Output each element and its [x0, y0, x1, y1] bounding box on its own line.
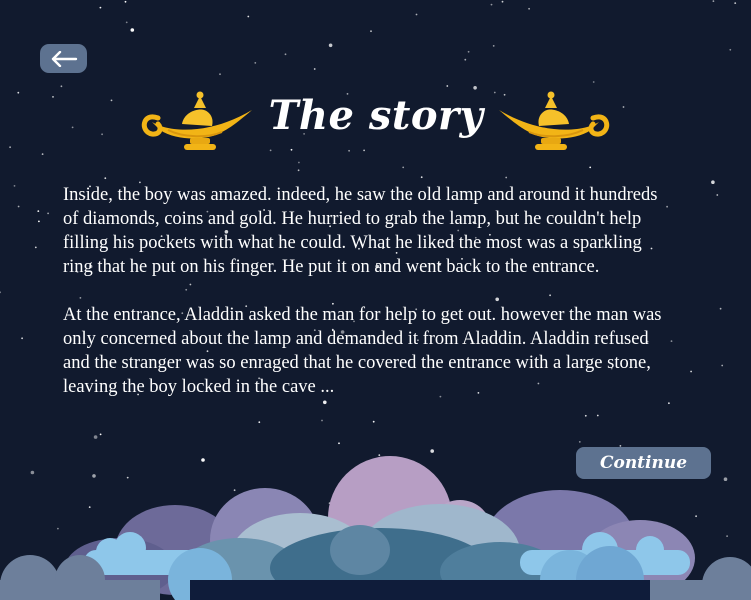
- back-button[interactable]: [40, 44, 87, 73]
- star: [402, 166, 405, 169]
- story-text: Inside, the boy was amazed. indeed, he s…: [63, 183, 675, 423]
- star: [99, 6, 102, 9]
- star: [370, 30, 372, 33]
- star: [501, 0, 504, 3]
- star: [690, 370, 692, 373]
- star: [729, 48, 732, 51]
- star: [592, 81, 595, 83]
- star: [34, 246, 37, 249]
- star: [298, 161, 300, 164]
- star: [589, 166, 592, 169]
- continue-button[interactable]: Continue: [576, 447, 711, 479]
- star: [13, 185, 16, 187]
- star: [490, 3, 493, 6]
- star: [17, 205, 20, 208]
- star: [284, 53, 287, 56]
- star: [721, 364, 724, 367]
- star: [505, 176, 508, 179]
- star: [492, 45, 495, 47]
- star: [125, 21, 128, 24]
- star: [464, 58, 467, 61]
- star: [104, 177, 107, 180]
- star: [528, 7, 530, 10]
- star: [247, 15, 250, 18]
- star: [38, 220, 40, 223]
- star: [328, 43, 333, 48]
- story-paragraph: Inside, the boy was amazed. indeed, he s…: [63, 185, 658, 277]
- star: [254, 62, 257, 64]
- star: [420, 176, 423, 179]
- star: [716, 194, 719, 196]
- title-row: The story: [0, 84, 751, 160]
- star: [734, 2, 737, 4]
- star: [47, 212, 49, 215]
- star: [711, 180, 715, 184]
- star: [99, 433, 102, 436]
- star: [712, 0, 715, 2]
- star: [93, 435, 98, 439]
- star: [219, 73, 221, 76]
- page-title: The story: [268, 92, 484, 139]
- star: [297, 169, 300, 172]
- star: [719, 307, 722, 310]
- star: [467, 50, 470, 53]
- story-paragraph: At the entrance, Aladdin asked the man f…: [63, 305, 662, 397]
- magic-lamp-icon: [141, 91, 252, 150]
- star: [130, 28, 135, 32]
- star: [415, 13, 418, 16]
- star: [21, 337, 23, 340]
- arrow-left-icon: [51, 50, 77, 67]
- star: [124, 0, 127, 3]
- star: [0, 291, 1, 294]
- star: [37, 210, 40, 213]
- star: [313, 68, 316, 70]
- magic-lamp-icon: [499, 91, 610, 150]
